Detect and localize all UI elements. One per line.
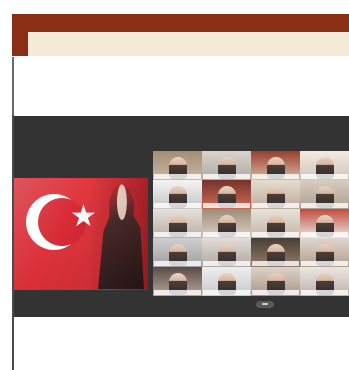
participant-name: [252, 232, 299, 237]
participant-tile[interactable]: [202, 180, 251, 209]
participant-name: [203, 232, 250, 237]
participant-name: [252, 290, 299, 295]
participant-name: [252, 203, 299, 208]
header-inner-band: [28, 32, 349, 56]
speaker-video: ★: [14, 178, 148, 290]
participant-name: [203, 261, 250, 266]
participant-name: [301, 232, 348, 237]
participant-tile[interactable]: [300, 238, 349, 267]
participant-tile[interactable]: [153, 267, 202, 296]
participant-name: [154, 232, 201, 237]
video-call-screenshot: ★: [14, 116, 349, 317]
participant-tile[interactable]: [202, 209, 251, 238]
participant-name: [301, 174, 348, 179]
participant-name: [154, 290, 201, 295]
participant-name: [154, 261, 201, 266]
participant-tile[interactable]: [153, 238, 202, 267]
participant-tile[interactable]: [251, 151, 300, 180]
participant-name: [203, 174, 250, 179]
participant-name: [154, 203, 201, 208]
participant-name: [301, 203, 348, 208]
content-top-area: [12, 57, 349, 115]
participant-tile[interactable]: [251, 209, 300, 238]
participant-name: [301, 290, 348, 295]
page: ★: [0, 0, 349, 370]
participant-name: [252, 174, 299, 179]
participant-tile[interactable]: [251, 180, 300, 209]
participant-name: [252, 261, 299, 266]
participant-name: [154, 174, 201, 179]
participant-grid: [153, 151, 349, 301]
participant-tile[interactable]: [153, 151, 202, 180]
participant-tile[interactable]: [202, 267, 251, 296]
participant-name: [203, 203, 250, 208]
participant-tile[interactable]: [202, 151, 251, 180]
participant-tile[interactable]: [300, 180, 349, 209]
participant-name: [301, 261, 348, 266]
participant-tile[interactable]: [300, 151, 349, 180]
participant-tile[interactable]: [300, 267, 349, 296]
participant-tile[interactable]: [251, 267, 300, 296]
participant-name: [203, 290, 250, 295]
participant-tile[interactable]: [300, 209, 349, 238]
participant-tile[interactable]: [153, 209, 202, 238]
participant-tile[interactable]: [251, 238, 300, 267]
participant-tile[interactable]: [153, 180, 202, 209]
speaker-shine: [14, 178, 148, 290]
call-toolbar-handle[interactable]: [256, 301, 274, 308]
participant-tile[interactable]: [202, 238, 251, 267]
